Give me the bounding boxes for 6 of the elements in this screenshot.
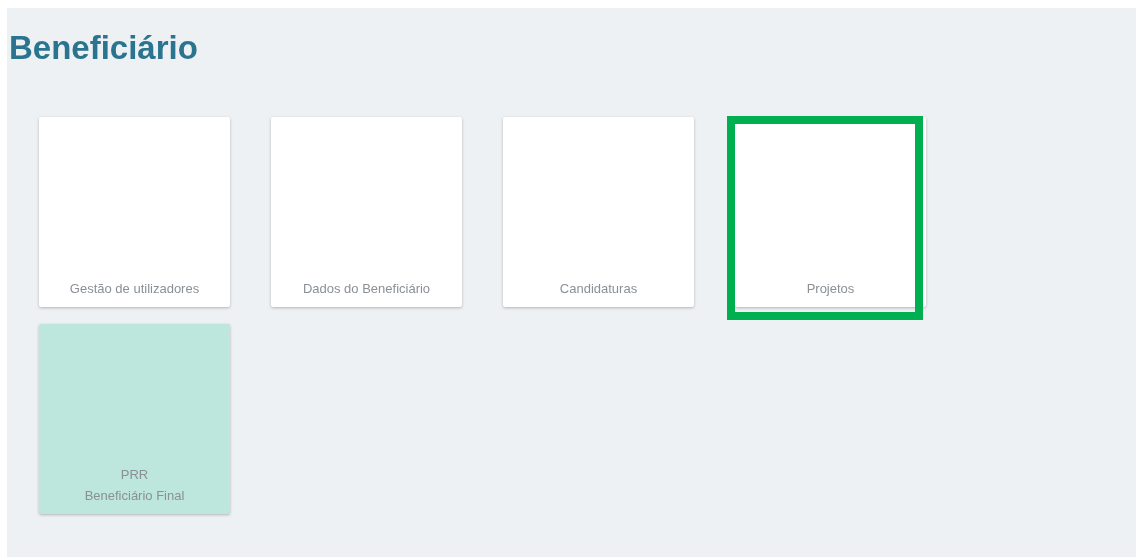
menu-tile[interactable]: Dados do Beneficiário (271, 117, 462, 307)
menu-tile[interactable]: PRR Beneficiário Final (39, 324, 230, 514)
menu-tile[interactable]: Projetos (735, 117, 926, 307)
menu-tile[interactable]: Gestão de utilizadores (39, 117, 230, 307)
menu-tile[interactable]: Candidaturas (503, 117, 694, 307)
page-title: Beneficiário (9, 28, 198, 68)
